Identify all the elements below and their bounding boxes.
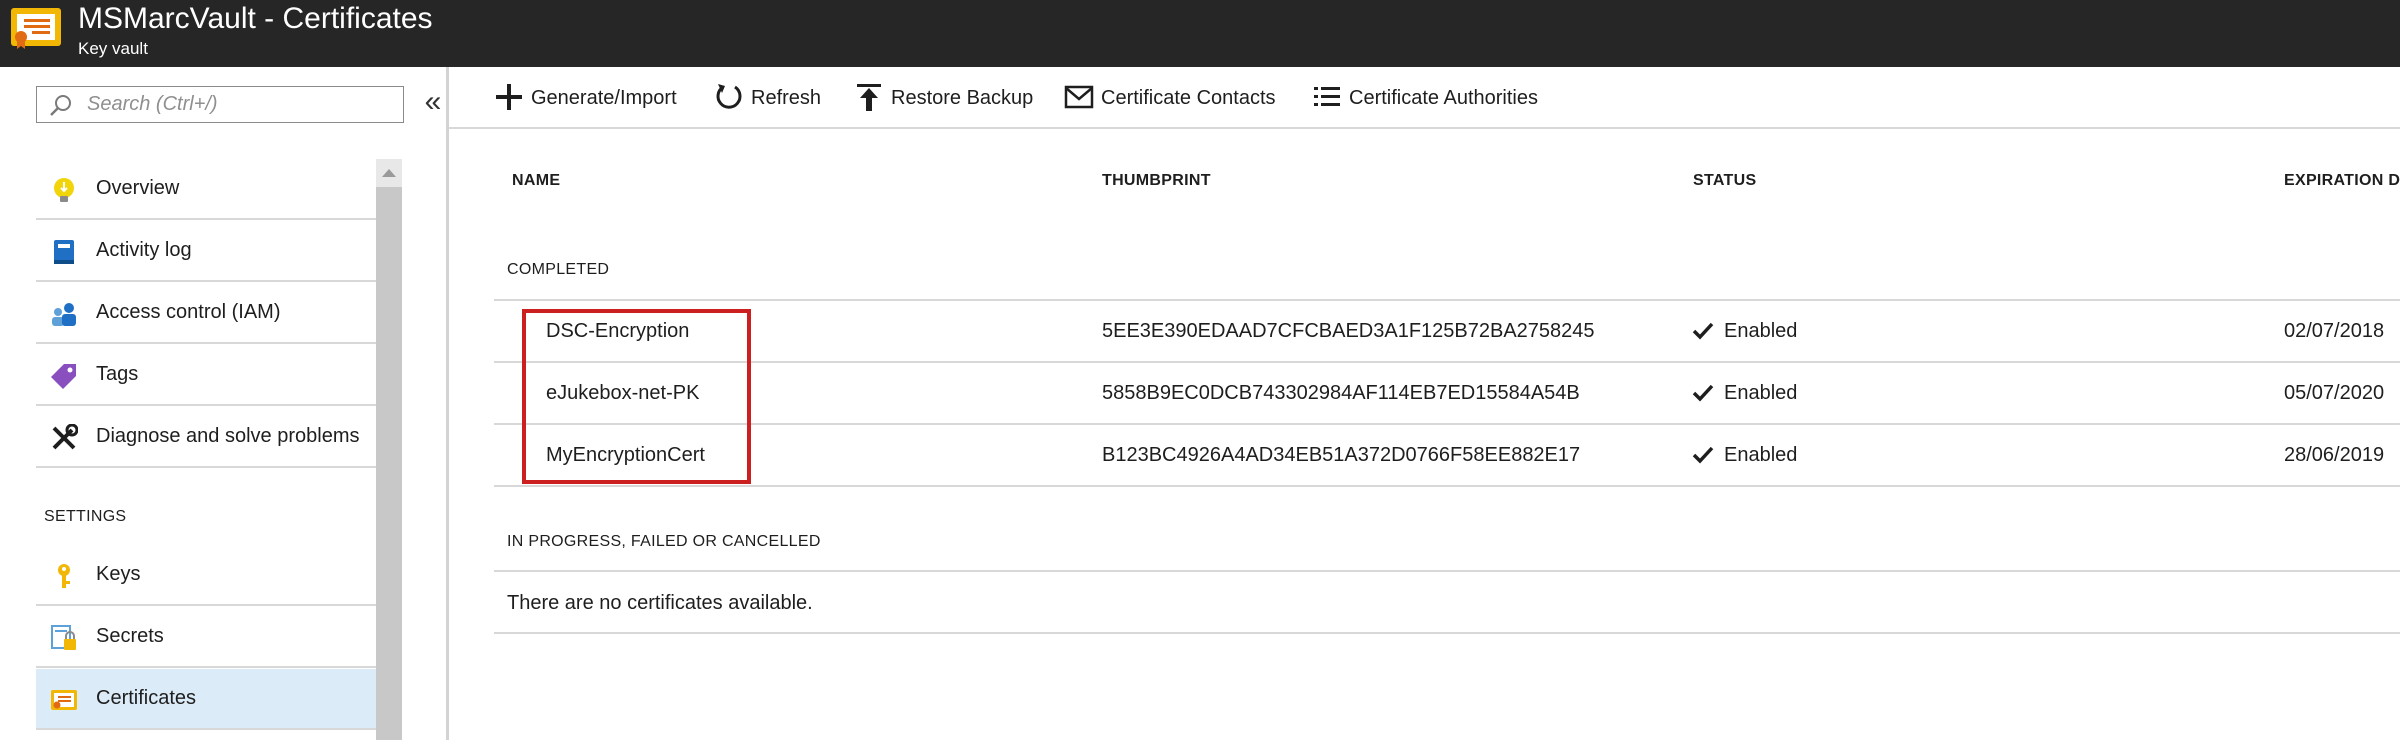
sidebar-item-label: Secrets [96, 625, 164, 647]
sidebar-item-label: Tags [96, 363, 139, 385]
restore-backup-label: Restore Backup [891, 87, 1034, 109]
plus-icon [496, 84, 522, 110]
sidebar: « Overview Activity log Access control (… [0, 67, 448, 740]
checkmark-icon [1692, 384, 1714, 402]
list-icon [1314, 87, 1340, 106]
sidebar-item-diagnose[interactable]: Diagnose and solve problems [36, 407, 376, 468]
column-header-expiration[interactable]: EXPIRATION D [2284, 172, 2400, 190]
activity-log-book-icon [54, 240, 74, 264]
search-box[interactable] [36, 86, 404, 123]
settings-section-label: SETTINGS [44, 508, 127, 525]
divider [494, 485, 2400, 487]
search-icon [50, 95, 71, 116]
sidebar-item-label: Certificates [96, 687, 197, 709]
divider [494, 632, 2400, 634]
column-header-status[interactable]: STATUS [1693, 172, 1756, 190]
tag-icon [51, 364, 76, 389]
completed-group-label: COMPLETED [507, 261, 610, 278]
sidebar-item-label: Access control (IAM) [96, 301, 281, 323]
column-header-name[interactable]: NAME [512, 172, 560, 190]
cert-status: Enabled [1724, 382, 1798, 404]
overview-bulb-icon [54, 178, 74, 202]
command-bar: Generate/Import Refresh Restore Backup C… [449, 67, 2400, 129]
upload-arrow-icon [857, 84, 881, 111]
sidebar-item-access-control[interactable]: Access control (IAM) [36, 283, 376, 344]
refresh-button[interactable]: Refresh [713, 81, 833, 115]
generate-import-button[interactable]: Generate/Import [493, 81, 683, 115]
scroll-up-button[interactable] [376, 159, 402, 187]
certificate-icon [51, 690, 77, 710]
refresh-icon [716, 84, 742, 109]
sidebar-item-keys[interactable]: Keys [36, 545, 376, 606]
collapse-sidebar-button[interactable]: « [420, 87, 446, 121]
sidebar-item-label: Overview [96, 177, 180, 199]
cert-status: Enabled [1724, 444, 1798, 466]
search-input[interactable] [87, 88, 397, 121]
sidebar-item-label: Activity log [96, 239, 192, 261]
certificate-contacts-label: Certificate Contacts [1101, 87, 1276, 109]
divider [494, 361, 2400, 363]
checkmark-icon [1692, 446, 1714, 464]
key-icon [58, 564, 70, 588]
cert-expiration: 05/07/2020 [2284, 382, 2385, 404]
cert-thumbprint: 5858B9EC0DCB743302984AF114EB7ED15584A54B [1102, 382, 1580, 404]
sidebar-item-tags[interactable]: Tags [36, 345, 376, 406]
page-subtitle: Key vault [78, 39, 148, 58]
cert-expiration: 02/07/2018 [2284, 320, 2385, 342]
in-progress-group-label: IN PROGRESS, FAILED OR CANCELLED [507, 533, 821, 550]
certificate-authorities-label: Certificate Authorities [1349, 87, 1538, 109]
cert-thumbprint: 5EE3E390EDAAD7CFCBAED3A1F125B72BA2758245 [1102, 320, 1595, 342]
certificate-authorities-button[interactable]: Certificate Authorities [1311, 81, 1601, 115]
sidebar-item-activity-log[interactable]: Activity log [36, 221, 376, 282]
sidebar-item-label: Keys [96, 563, 141, 585]
generate-import-label: Generate/Import [531, 87, 677, 109]
wrench-icon [52, 424, 78, 450]
divider [494, 570, 2400, 572]
column-header-thumbprint[interactable]: THUMBPRINT [1102, 172, 1211, 190]
cert-expiration: 28/06/2019 [2284, 444, 2385, 466]
empty-state-message: There are no certificates available. [507, 592, 813, 614]
cert-status: Enabled [1724, 320, 1798, 342]
restore-backup-button[interactable]: Restore Backup [853, 81, 1043, 115]
sidebar-scrollbar[interactable] [376, 159, 402, 740]
users-icon [52, 303, 76, 326]
page-title: MSMarcVault - Certificates [78, 2, 433, 35]
scroll-up-arrow-icon [382, 169, 396, 177]
divider [494, 423, 2400, 425]
certificate-contacts-button[interactable]: Certificate Contacts [1063, 81, 1303, 115]
secret-icon [51, 625, 76, 650]
refresh-label: Refresh [751, 87, 822, 109]
sidebar-item-overview[interactable]: Overview [36, 159, 376, 220]
certificate-app-icon [11, 8, 61, 49]
sidebar-item-label: Diagnose and solve problems [96, 425, 360, 447]
cert-thumbprint: B123BC4926A4AD34EB51A372D0766F58EE882E17 [1102, 444, 1581, 466]
highlight-annotation-box [522, 309, 751, 484]
top-bar: MSMarcVault - Certificates Key vault [0, 0, 2400, 67]
checkmark-icon [1692, 322, 1714, 340]
sidebar-divider [446, 67, 449, 740]
sidebar-item-secrets[interactable]: Secrets [36, 607, 376, 668]
divider [494, 299, 2400, 301]
sidebar-item-certificates[interactable]: Certificates [36, 669, 376, 730]
mail-icon [1064, 85, 1094, 109]
